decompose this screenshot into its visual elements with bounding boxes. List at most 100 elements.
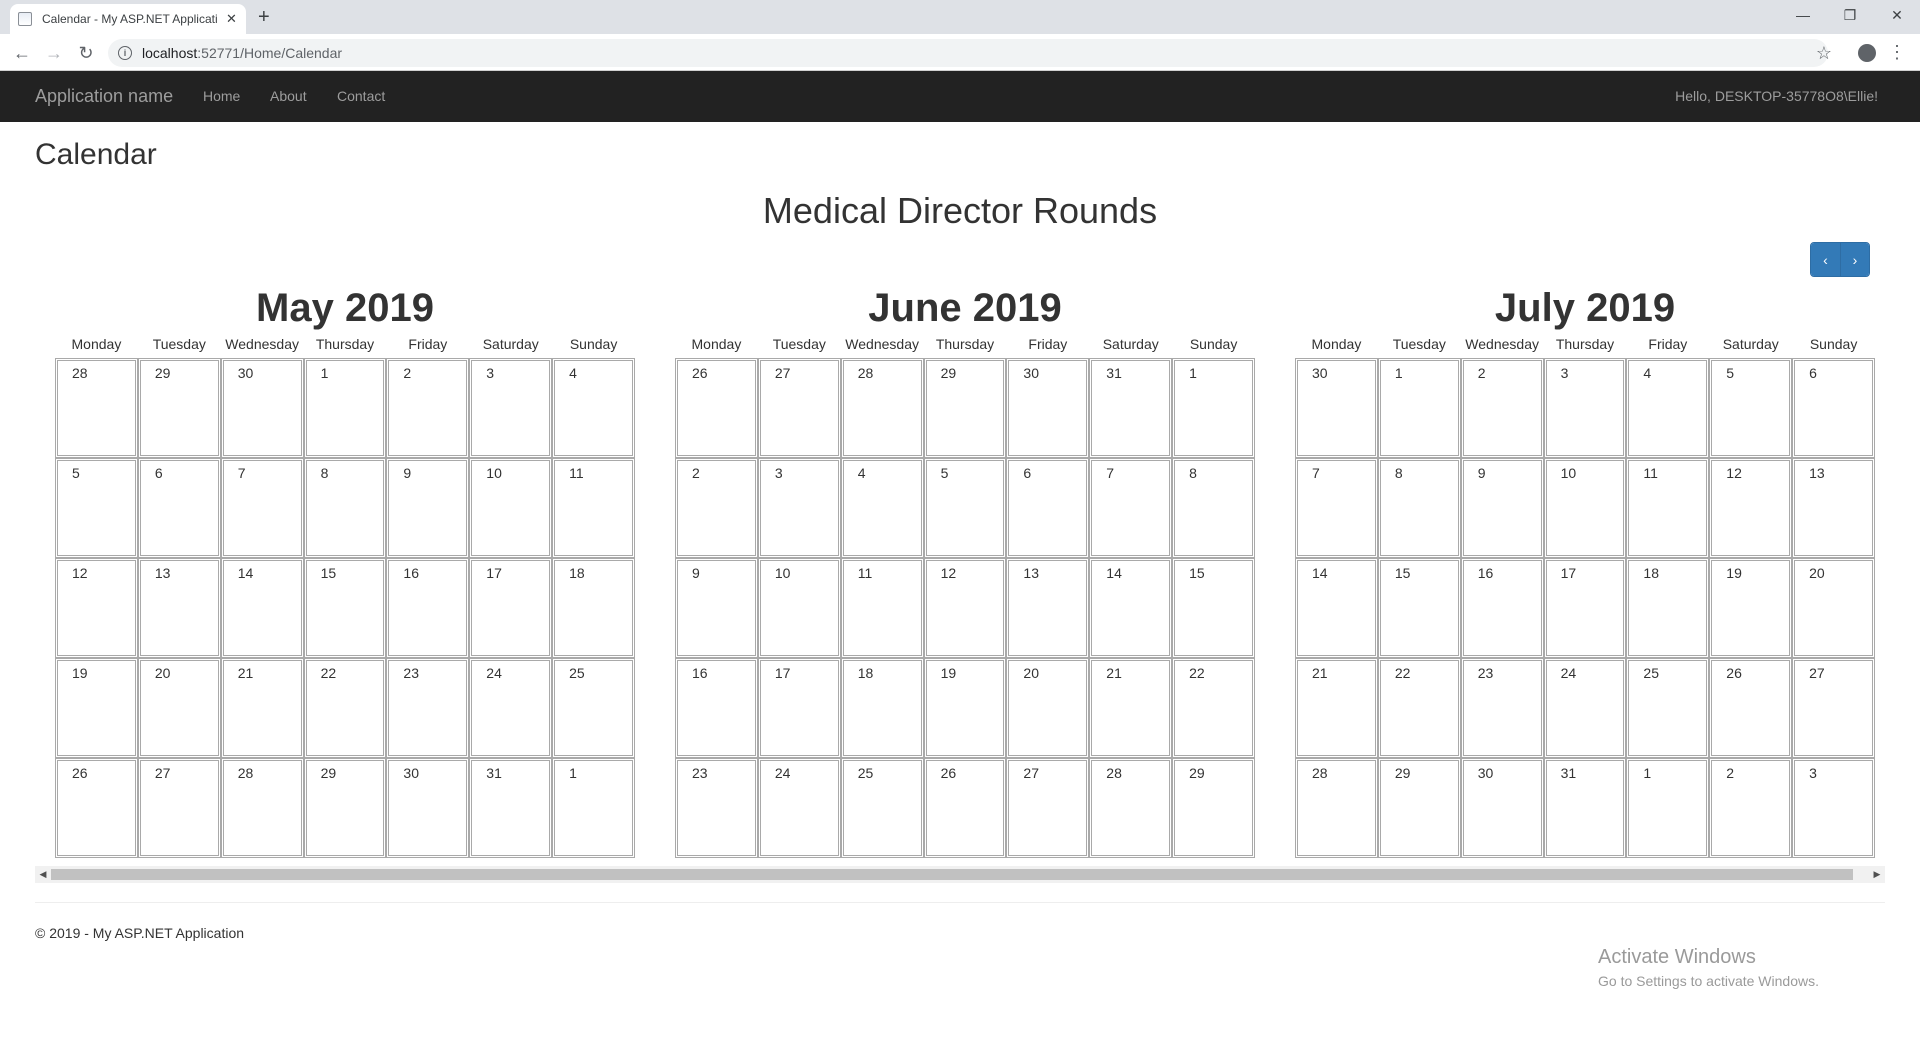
day-cell[interactable]: 28 [840, 358, 924, 458]
day-cell[interactable]: 11 [552, 458, 635, 558]
nav-home[interactable]: Home [203, 88, 240, 104]
day-cell[interactable]: 8 [1172, 458, 1255, 558]
day-cell[interactable]: 22 [1377, 658, 1461, 758]
day-cell[interactable]: 2 [386, 358, 470, 458]
day-cell[interactable]: 12 [55, 558, 138, 658]
day-cell[interactable]: 12 [923, 558, 1007, 658]
forward-icon[interactable]: → [40, 39, 68, 67]
day-cell[interactable]: 8 [303, 458, 387, 558]
day-cell[interactable]: 16 [675, 658, 758, 758]
day-cell[interactable]: 7 [220, 458, 304, 558]
day-cell[interactable]: 22 [303, 658, 387, 758]
day-cell[interactable]: 6 [1792, 358, 1875, 458]
day-cell[interactable]: 19 [55, 658, 138, 758]
back-icon[interactable]: ← [8, 39, 36, 67]
scrollbar-thumb[interactable] [51, 869, 1853, 880]
day-cell[interactable]: 25 [552, 658, 635, 758]
day-cell[interactable]: 27 [757, 358, 841, 458]
day-cell[interactable]: 7 [1295, 458, 1378, 558]
day-cell[interactable]: 3 [469, 358, 553, 458]
day-cell[interactable]: 29 [1377, 758, 1461, 858]
scroll-right-icon[interactable]: ▶ [1869, 866, 1885, 883]
day-cell[interactable]: 31 [469, 758, 553, 858]
day-cell[interactable]: 23 [675, 758, 758, 858]
day-cell[interactable]: 25 [1626, 658, 1710, 758]
day-cell[interactable]: 20 [137, 658, 221, 758]
day-cell[interactable]: 24 [757, 758, 841, 858]
day-cell[interactable]: 19 [923, 658, 1007, 758]
day-cell[interactable]: 15 [1172, 558, 1255, 658]
day-cell[interactable]: 19 [1709, 558, 1793, 658]
day-cell[interactable]: 15 [303, 558, 387, 658]
day-cell[interactable]: 1 [303, 358, 387, 458]
nav-about[interactable]: About [270, 88, 307, 104]
day-cell[interactable]: 29 [923, 358, 1007, 458]
address-bar[interactable]: i localhost:52771/Home/Calendar [108, 39, 1828, 67]
day-cell[interactable]: 11 [1626, 458, 1710, 558]
day-cell[interactable]: 16 [1460, 558, 1544, 658]
profile-icon[interactable] [1858, 44, 1876, 62]
tab-close-icon[interactable]: ✕ [226, 11, 237, 27]
day-cell[interactable]: 25 [840, 758, 924, 858]
day-cell[interactable]: 3 [757, 458, 841, 558]
day-cell[interactable]: 9 [386, 458, 470, 558]
day-cell[interactable]: 4 [840, 458, 924, 558]
day-cell[interactable]: 21 [1295, 658, 1378, 758]
day-cell[interactable]: 4 [1626, 358, 1710, 458]
day-cell[interactable]: 2 [1709, 758, 1793, 858]
day-cell[interactable]: 9 [1460, 458, 1544, 558]
scroll-left-icon[interactable]: ◀ [35, 866, 51, 883]
day-cell[interactable]: 6 [1006, 458, 1090, 558]
day-cell[interactable]: 7 [1089, 458, 1173, 558]
day-cell[interactable]: 10 [1543, 458, 1627, 558]
day-cell[interactable]: 30 [386, 758, 470, 858]
day-cell[interactable]: 24 [1543, 658, 1627, 758]
day-cell[interactable]: 30 [1295, 358, 1378, 458]
bookmark-star-icon[interactable]: ☆ [1816, 43, 1832, 63]
minimize-button[interactable]: — [1780, 0, 1826, 30]
day-cell[interactable]: 31 [1543, 758, 1627, 858]
day-cell[interactable]: 27 [1006, 758, 1090, 858]
day-cell[interactable]: 15 [1377, 558, 1461, 658]
day-cell[interactable]: 30 [1460, 758, 1544, 858]
day-cell[interactable]: 18 [1626, 558, 1710, 658]
browser-menu-icon[interactable]: ⋮ [1888, 42, 1906, 62]
day-cell[interactable]: 2 [1460, 358, 1544, 458]
day-cell[interactable]: 28 [1295, 758, 1378, 858]
day-cell[interactable]: 4 [552, 358, 635, 458]
day-cell[interactable]: 1 [1172, 358, 1255, 458]
day-cell[interactable]: 30 [1006, 358, 1090, 458]
horizontal-scrollbar[interactable]: ◀ ▶ [35, 866, 1885, 883]
day-cell[interactable]: 27 [137, 758, 221, 858]
user-greeting[interactable]: Hello, DESKTOP-35778O8\Ellie! [1675, 88, 1878, 104]
day-cell[interactable]: 18 [840, 658, 924, 758]
day-cell[interactable]: 3 [1543, 358, 1627, 458]
day-cell[interactable]: 26 [1709, 658, 1793, 758]
day-cell[interactable]: 17 [1543, 558, 1627, 658]
day-cell[interactable]: 29 [1172, 758, 1255, 858]
reload-icon[interactable]: ↻ [72, 39, 100, 67]
new-tab-button[interactable]: + [258, 5, 270, 29]
day-cell[interactable]: 14 [220, 558, 304, 658]
day-cell[interactable]: 27 [1792, 658, 1875, 758]
prev-month-button[interactable]: ‹ [1811, 243, 1840, 276]
day-cell[interactable]: 17 [757, 658, 841, 758]
day-cell[interactable]: 5 [55, 458, 138, 558]
day-cell[interactable]: 28 [220, 758, 304, 858]
day-cell[interactable]: 17 [469, 558, 553, 658]
day-cell[interactable]: 9 [675, 558, 758, 658]
next-month-button[interactable]: › [1839, 243, 1869, 276]
day-cell[interactable]: 13 [1792, 458, 1875, 558]
day-cell[interactable]: 26 [55, 758, 138, 858]
day-cell[interactable]: 31 [1089, 358, 1173, 458]
day-cell[interactable]: 26 [923, 758, 1007, 858]
day-cell[interactable]: 12 [1709, 458, 1793, 558]
day-cell[interactable]: 8 [1377, 458, 1461, 558]
day-cell[interactable]: 5 [1709, 358, 1793, 458]
day-cell[interactable]: 20 [1792, 558, 1875, 658]
day-cell[interactable]: 1 [552, 758, 635, 858]
nav-contact[interactable]: Contact [337, 88, 385, 104]
day-cell[interactable]: 10 [757, 558, 841, 658]
day-cell[interactable]: 13 [1006, 558, 1090, 658]
day-cell[interactable]: 3 [1792, 758, 1875, 858]
